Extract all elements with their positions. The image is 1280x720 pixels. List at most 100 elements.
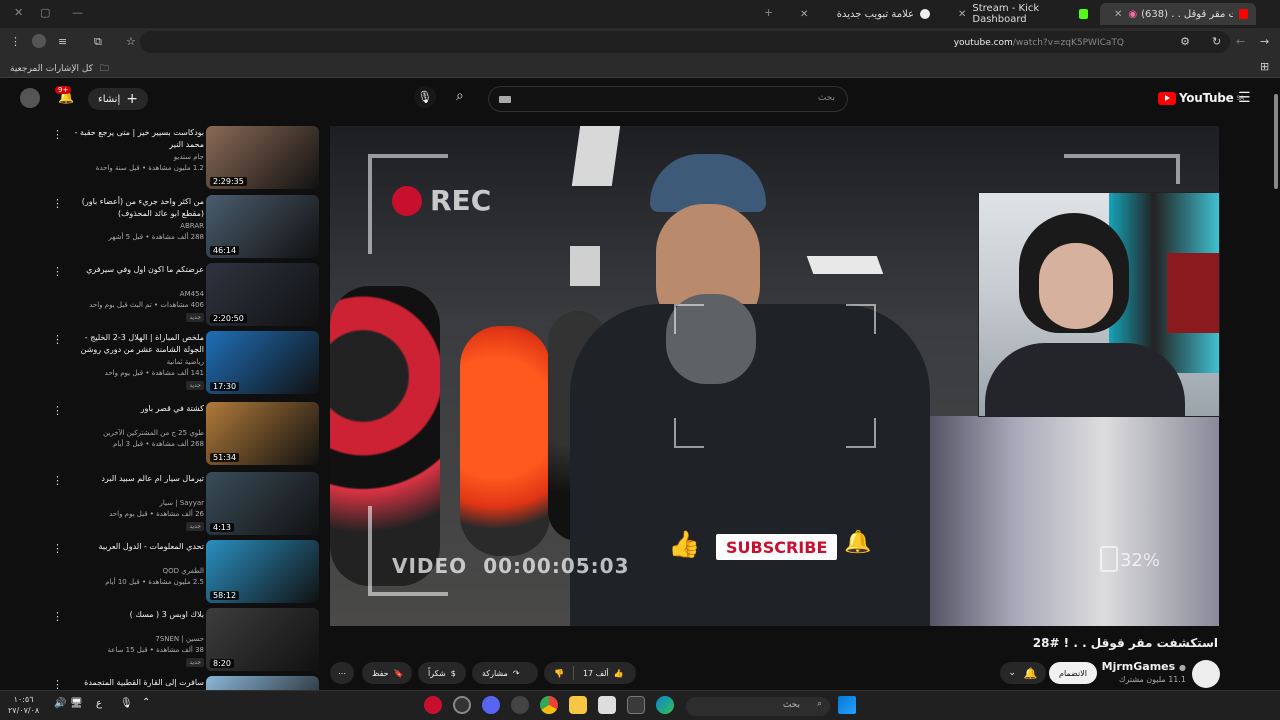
channel-name[interactable]: حسين | 7SNEN: [54, 634, 204, 645]
mic-tray-icon[interactable]: 🎙: [120, 698, 133, 709]
video-thumbnail[interactable]: 51:34: [206, 402, 319, 465]
more-options-icon[interactable]: ⋮: [52, 404, 63, 417]
video-thumbnail[interactable]: 58:12: [206, 540, 319, 603]
page-scrollbar[interactable]: [1272, 82, 1280, 688]
channel-avatar[interactable]: [1192, 660, 1220, 688]
tab-youtube-video[interactable]: ✕ ◉ استكشفت مقر قوقل . . (638): [1100, 3, 1256, 25]
discord-icon[interactable]: [482, 696, 500, 714]
close-tab-icon[interactable]: ✕: [1114, 9, 1122, 20]
tab-kick-dashboard[interactable]: ✕ Stream - Kick Dashboard: [944, 3, 1096, 25]
channel-name[interactable]: ABRAR: [54, 221, 204, 232]
channel-name[interactable]: AM454: [54, 289, 204, 300]
list-item[interactable]: 46:14 من اكثر واحد جريء من (أعضاء باور) …: [0, 195, 322, 261]
url-box[interactable]: youtube.com/watch?v=zqK5PWICaTQ ⚙: [140, 31, 1230, 53]
apps-grid-icon[interactable]: ⊞: [1260, 60, 1269, 73]
more-actions-button[interactable]: ⋯: [330, 662, 354, 684]
forward-icon[interactable]: ←: [1236, 35, 1245, 48]
more-options-icon[interactable]: ⋮: [52, 474, 63, 487]
window-minimize-icon[interactable]: —: [72, 6, 83, 19]
network-icon[interactable]: 🖥: [70, 698, 83, 709]
video-thumbnail[interactable]: [206, 676, 319, 690]
list-item[interactable]: 58:12 تحدي المعلومات - الدول العربية الط…: [0, 540, 322, 606]
channel-name[interactable]: جام ستديو: [54, 152, 204, 163]
video-title[interactable]: سافرت إلى القارة القطبية المتجمدة: [64, 677, 204, 689]
video-thumbnail[interactable]: 2:29:35: [206, 126, 319, 189]
video-title[interactable]: كشتة في قصر باور: [64, 403, 204, 415]
taskbar-search[interactable]: بحث ⌕: [686, 697, 830, 716]
video-title[interactable]: عرضتكم ما اكون اول وفي سيرفري: [64, 264, 204, 276]
back-icon[interactable]: →: [1260, 35, 1269, 48]
more-options-icon[interactable]: ⋮: [52, 333, 63, 346]
like-count[interactable]: 17 ألف: [583, 669, 609, 678]
reload-icon[interactable]: ↻: [1212, 35, 1221, 48]
channel-name[interactable]: رياضية ثمانية: [54, 357, 204, 368]
keyboard-icon[interactable]: [499, 96, 511, 103]
tab-new-tab[interactable]: ✕ علامة تبويب جديدة: [786, 3, 938, 25]
list-item[interactable]: 2:20:50 عرضتكم ما اكون اول وفي سيرفري AM…: [0, 263, 322, 329]
channel-name[interactable]: MjrmGames ●: [1102, 660, 1186, 673]
more-options-icon[interactable]: ⋮: [52, 678, 63, 690]
obs-icon[interactable]: [424, 696, 442, 714]
url-text[interactable]: youtube.com/watch?v=zqK5PWICaTQ: [954, 38, 1124, 48]
search-input[interactable]: بحث: [488, 86, 848, 112]
channel-name[interactable]: الطفري QOD: [54, 566, 204, 577]
more-options-icon[interactable]: ⋮: [52, 265, 63, 278]
thanks-button[interactable]: شكراً $: [418, 662, 466, 684]
chrome-icon[interactable]: [540, 696, 558, 714]
join-button[interactable]: الانضمام: [1049, 662, 1097, 684]
list-item[interactable]: 17:30 ملخص المباراة | الهلال 3-2 الخليج …: [0, 331, 322, 397]
youtube-logo[interactable]: YouTube SA: [1158, 91, 1244, 105]
store-icon[interactable]: [627, 696, 645, 714]
search-button[interactable]: ⌕: [456, 88, 464, 104]
share-button[interactable]: مشاركة ↷: [472, 662, 538, 684]
avatar[interactable]: [20, 88, 40, 108]
notepad-icon[interactable]: [598, 696, 616, 714]
all-bookmarks[interactable]: كل الإشارات المرجعية 🗀: [10, 61, 109, 77]
more-options-icon[interactable]: ⋮: [52, 610, 63, 623]
volume-icon[interactable]: 🔊: [54, 698, 66, 709]
video-title[interactable]: من اكثر واحد جريء من (أعضاء باور) (مقطع …: [64, 196, 204, 220]
input-language[interactable]: ع: [96, 698, 102, 709]
video-title[interactable]: ملخص المباراة | الهلال 3-2 الخليج - الجو…: [64, 332, 204, 356]
channel-name[interactable]: طوي 25 ج من المشتركين الآخرين: [54, 428, 204, 439]
scrollbar-thumb[interactable]: [1274, 94, 1278, 189]
more-menu-icon[interactable]: ⋮: [10, 35, 21, 48]
start-button-icon[interactable]: [838, 696, 856, 714]
bookmark-star-icon[interactable]: ☆: [126, 35, 136, 48]
like-icon[interactable]: 👍: [614, 669, 624, 678]
video-title[interactable]: تيرمال سيار ام عالم سبيد البرد: [64, 473, 204, 485]
clock[interactable]: ١٠:٥٦ ٢٧/٠٧/٠٨: [8, 694, 39, 716]
tray-chevron-icon[interactable]: ⌃: [142, 697, 150, 708]
profile-icon[interactable]: [32, 34, 46, 48]
subscription-bell-button[interactable]: ⌄ 🔔: [1000, 662, 1046, 684]
media-control-icon[interactable]: ≡: [58, 35, 67, 48]
video-thumbnail[interactable]: 8:20: [206, 608, 319, 671]
video-title[interactable]: بلاك اوبس 3 ( مسك ): [64, 609, 204, 621]
list-item[interactable]: 2:29:35 بودكاست بسيير خير | متى يرجع حقب…: [0, 126, 322, 192]
video-thumbnail[interactable]: 2:20:50: [206, 263, 319, 326]
video-title[interactable]: تحدي المعلومات - الدول العربية: [64, 541, 205, 553]
video-thumbnail[interactable]: 17:30: [206, 331, 319, 394]
window-close-icon[interactable]: ✕: [14, 6, 23, 19]
hamburger-menu-icon[interactable]: ☰: [1238, 90, 1251, 106]
dislike-icon[interactable]: 👎: [554, 669, 564, 678]
channel-name[interactable]: Sayyar | سيار: [54, 498, 205, 509]
video-thumbnail[interactable]: 46:14: [206, 195, 319, 258]
file-explorer-icon[interactable]: [569, 696, 587, 714]
extensions-icon[interactable]: ⧉: [94, 35, 102, 49]
window-maximize-icon[interactable]: ▢: [40, 6, 50, 19]
site-info-icon[interactable]: ⚙: [1180, 35, 1190, 48]
close-tab-icon[interactable]: ✕: [800, 9, 808, 20]
more-options-icon[interactable]: ⋮: [52, 542, 63, 555]
video-thumbnail[interactable]: 4:13: [206, 472, 319, 535]
voice-search-button[interactable]: 🎙: [414, 86, 436, 108]
more-options-icon[interactable]: ⋮: [52, 128, 63, 141]
streamlabs-icon[interactable]: [453, 696, 471, 714]
video-title[interactable]: بودكاست بسيير خير | متى يرجع حقبة - محمد…: [64, 127, 204, 151]
more-options-icon[interactable]: ⋮: [52, 197, 63, 210]
list-item[interactable]: سافرت إلى القارة القطبية المتجمدة ⋮: [0, 676, 322, 690]
list-item[interactable]: 8:20 بلاك اوبس 3 ( مسك ) حسين | 7SNEN 38…: [0, 608, 322, 674]
list-item[interactable]: 51:34 كشتة في قصر باور طوي 25 ج من المشت…: [0, 402, 322, 468]
audio-playing-icon[interactable]: ◉: [1128, 9, 1137, 20]
new-tab-icon[interactable]: +: [764, 6, 773, 19]
